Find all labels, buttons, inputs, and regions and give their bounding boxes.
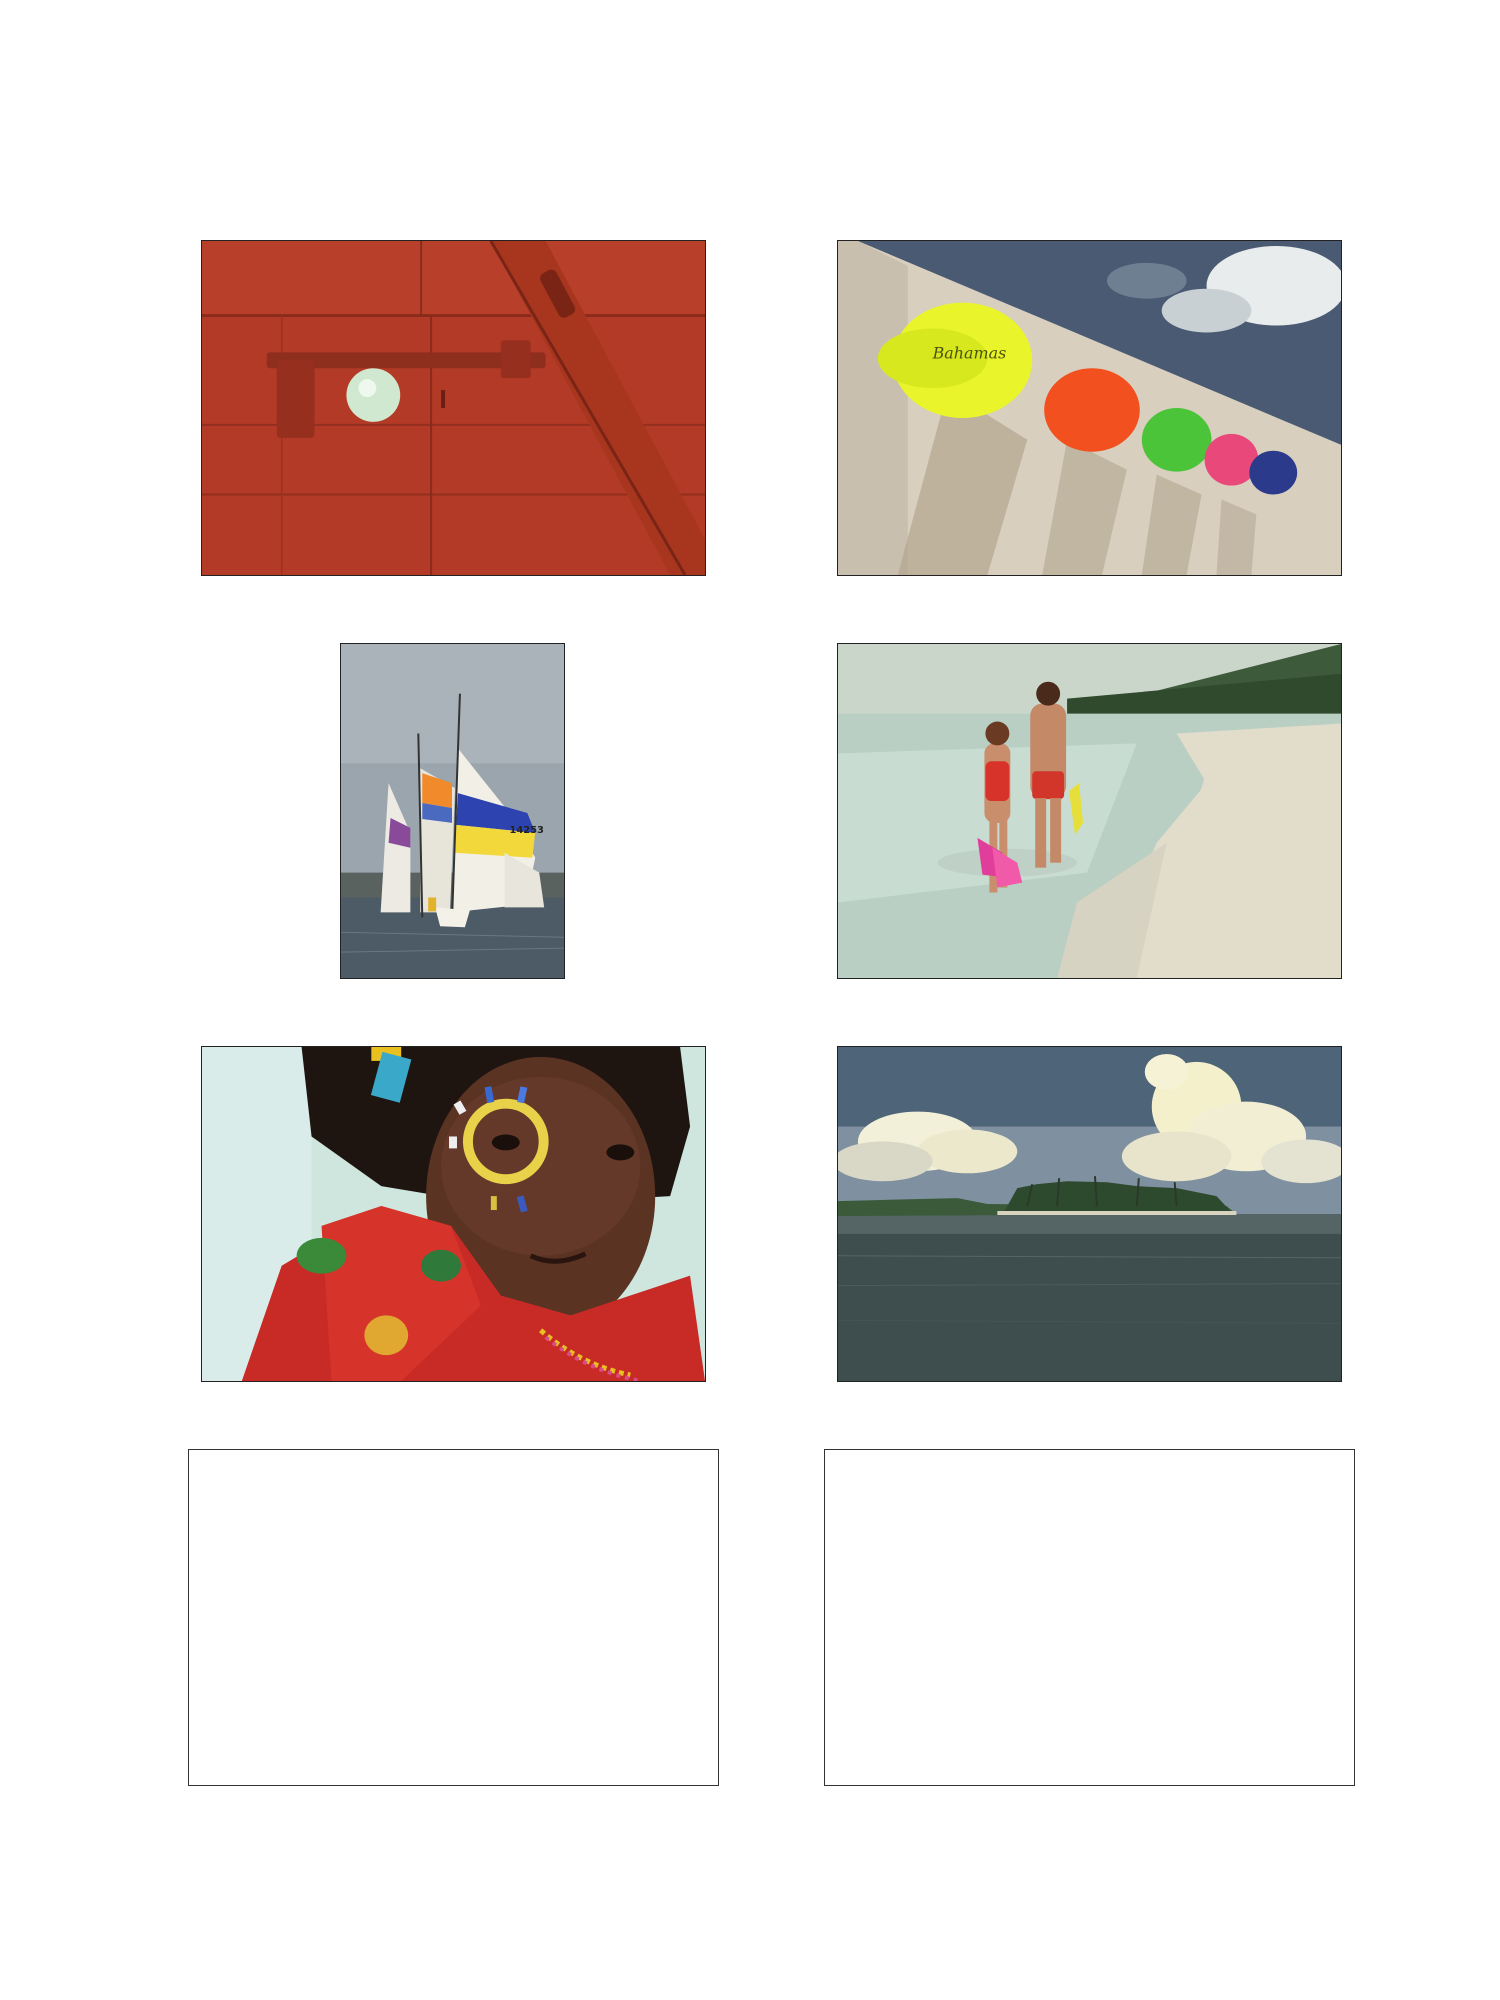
beach-image xyxy=(838,644,1341,978)
red-door-image xyxy=(202,241,705,575)
sail-number: 14253 xyxy=(509,825,544,836)
photo-beach-couple xyxy=(837,643,1342,979)
photo-red-door-latch xyxy=(201,240,706,576)
photo-girl-face-paint xyxy=(201,1046,706,1382)
empty-photo-frame-left xyxy=(188,1449,719,1786)
girl-portrait-image xyxy=(202,1047,705,1381)
empty-photo-frame-right xyxy=(824,1449,1355,1786)
island-image xyxy=(838,1047,1341,1381)
cap-text: Bahamas xyxy=(932,343,1007,362)
photo-neon-caps: Bahamas xyxy=(837,240,1342,576)
photo-regatta: 14253 xyxy=(340,643,565,979)
photo-palm-island xyxy=(837,1046,1342,1382)
sailboats-image: 14253 xyxy=(341,644,564,978)
caps-image: Bahamas xyxy=(838,241,1341,575)
